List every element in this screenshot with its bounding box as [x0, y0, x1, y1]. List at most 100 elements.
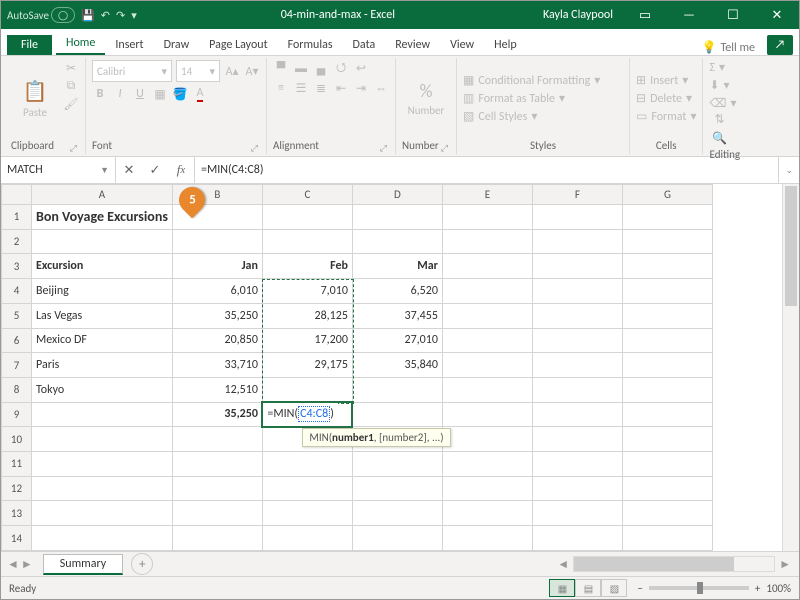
name-box[interactable]: MATCH▼	[1, 157, 116, 183]
format-painter-icon[interactable]: 🖌	[63, 96, 79, 112]
format-cells-button[interactable]: ▭Format ▾	[636, 109, 696, 124]
zoom-in-button[interactable]: +	[755, 582, 760, 595]
row-6[interactable]: 6Mexico DF20,85017,20027,010	[2, 328, 713, 353]
tab-help[interactable]: Help	[484, 35, 527, 55]
tell-me-search[interactable]: 💡 Tell me	[696, 40, 761, 55]
copy-icon[interactable]: ⧉	[63, 78, 79, 94]
font-color-icon[interactable]: A	[192, 86, 208, 102]
row-2[interactable]: 2	[2, 229, 713, 254]
shrink-font-icon[interactable]: A▾	[244, 63, 260, 79]
qat-dropdown-icon[interactable]: ▾	[131, 9, 137, 22]
zoom-level[interactable]: 100%	[766, 582, 791, 595]
wrap-text-icon[interactable]: ↩	[353, 60, 369, 76]
autosave-toggle[interactable]: AutoSave ◯	[7, 7, 75, 23]
formula-input[interactable]: =MIN(C4:C8)	[195, 157, 778, 183]
new-sheet-button[interactable]: +	[131, 553, 153, 575]
row-7[interactable]: 7Paris33,71029,17535,840	[2, 353, 713, 378]
format-as-table-button[interactable]: ▥Format as Table ▾	[463, 91, 623, 106]
merge-icon[interactable]: ⇔	[373, 80, 389, 96]
tab-insert[interactable]: Insert	[105, 35, 153, 55]
insert-cells-button[interactable]: ⊞Insert ▾	[636, 73, 696, 88]
normal-view-button[interactable]: ▦	[549, 579, 575, 597]
cell-styles-button[interactable]: ▧Cell Styles ▾	[463, 109, 623, 124]
file-tab[interactable]: File	[7, 35, 52, 55]
row-11[interactable]: 11	[2, 452, 713, 477]
undo-icon[interactable]: ↶	[101, 9, 110, 22]
align-bottom-icon[interactable]: ▄	[313, 60, 329, 76]
minimize-button[interactable]: —	[667, 1, 711, 29]
clipboard-launcher-icon[interactable]: ⤢	[68, 143, 79, 154]
paste-button[interactable]: 📋 Paste	[11, 60, 59, 137]
underline-icon[interactable]: U	[132, 86, 148, 102]
zoom-out-button[interactable]: −	[637, 582, 642, 595]
bold-icon[interactable]: B	[92, 86, 108, 102]
tab-review[interactable]: Review	[385, 35, 440, 55]
tab-data[interactable]: Data	[343, 35, 386, 55]
cut-icon[interactable]: ✂	[63, 60, 79, 76]
row-5[interactable]: 5Las Vegas35,25028,12537,455	[2, 303, 713, 328]
select-all-corner[interactable]	[2, 185, 32, 205]
font-size-select[interactable]: 14▾	[176, 60, 220, 82]
align-center-icon[interactable]: ☰	[293, 80, 309, 96]
sheet-nav-prev-icon[interactable]: ◄	[7, 557, 19, 572]
sort-filter-icon[interactable]: ⇅	[711, 111, 727, 127]
share-button[interactable]: ↗	[767, 35, 793, 55]
insert-function-button[interactable]: fx	[168, 162, 194, 178]
orientation-icon[interactable]: ⭯	[333, 60, 349, 76]
row-4[interactable]: 4Beijing6,0107,0106,520	[2, 279, 713, 304]
conditional-formatting-button[interactable]: ▦Conditional Formatting ▾	[463, 73, 623, 88]
worksheet-grid[interactable]: ABCDEFG 1Bon Voyage Excursions23Excursio…	[1, 184, 799, 551]
tab-view[interactable]: View	[440, 35, 484, 55]
delete-cells-button[interactable]: ⊟Delete ▾	[636, 91, 696, 106]
cancel-formula-button[interactable]: ✕	[116, 163, 142, 178]
find-select-icon[interactable]: 🔍	[711, 130, 727, 146]
tab-formulas[interactable]: Formulas	[278, 35, 343, 55]
decrease-indent-icon[interactable]: ⇤	[333, 80, 349, 96]
sheet-tab-summary[interactable]: Summary	[43, 554, 123, 575]
page-break-view-button[interactable]: ▧	[601, 579, 627, 597]
row-14[interactable]: 14	[2, 526, 713, 551]
user-name[interactable]: Kayla Claypool	[533, 8, 623, 22]
row-12[interactable]: 12	[2, 476, 713, 501]
close-button[interactable]: ✕	[755, 1, 799, 29]
row-13[interactable]: 13	[2, 501, 713, 526]
sheet-nav-next-icon[interactable]: ►	[21, 557, 33, 572]
row-8[interactable]: 8Tokyo12,510	[2, 377, 713, 402]
grow-font-icon[interactable]: A▴	[224, 63, 240, 79]
align-right-icon[interactable]: ≣	[313, 80, 329, 96]
font-name-select[interactable]: Calibri▾	[92, 60, 172, 82]
row-9[interactable]: 935,250	[2, 402, 713, 427]
tab-draw[interactable]: Draw	[154, 35, 200, 55]
page-layout-view-button[interactable]: ▤	[575, 579, 601, 597]
column-headers[interactable]: ABCDEFG	[2, 185, 713, 205]
font-launcher-icon[interactable]: ⤢	[249, 143, 260, 154]
zoom-slider[interactable]	[649, 586, 749, 590]
tab-home[interactable]: Home	[56, 33, 105, 55]
enter-formula-button[interactable]: ✓	[142, 163, 168, 178]
expand-formula-bar-icon[interactable]: ⌄	[778, 157, 799, 183]
increase-indent-icon[interactable]: ⇥	[353, 80, 369, 96]
maximize-button[interactable]: ☐	[711, 1, 755, 29]
align-left-icon[interactable]: ≡	[273, 80, 289, 96]
cell-editor[interactable]: =MIN(C4:C8)	[263, 403, 337, 426]
horizontal-scrollbar[interactable]: ◄ ►	[153, 556, 799, 572]
row-3[interactable]: 3ExcursionJanFebMar	[2, 254, 713, 279]
tab-page-layout[interactable]: Page Layout	[199, 35, 277, 55]
vertical-scrollbar[interactable]	[782, 184, 799, 551]
border-icon[interactable]: ▦	[152, 86, 168, 102]
zoom-control[interactable]: − + 100%	[637, 582, 791, 595]
number-format-button[interactable]: % Number	[402, 60, 450, 137]
fill-button[interactable]: ⬇ ▾	[709, 78, 740, 93]
autosum-button[interactable]: Σ ▾	[709, 60, 740, 75]
clear-button[interactable]: ⌫ ▾	[709, 96, 740, 111]
row-1[interactable]: 1Bon Voyage Excursions	[2, 205, 713, 230]
italic-icon[interactable]: I	[112, 86, 128, 102]
align-middle-icon[interactable]: ▬	[293, 60, 309, 76]
fill-color-icon[interactable]: 🪣	[172, 86, 188, 102]
align-top-icon[interactable]: ▀	[273, 60, 289, 76]
number-launcher-icon[interactable]: ⤢	[439, 143, 450, 154]
alignment-launcher-icon[interactable]: ⤢	[378, 143, 389, 154]
ribbon-options-icon[interactable]: ▭	[623, 1, 667, 29]
redo-icon[interactable]: ↷	[116, 9, 125, 22]
save-icon[interactable]: 💾	[81, 9, 95, 22]
